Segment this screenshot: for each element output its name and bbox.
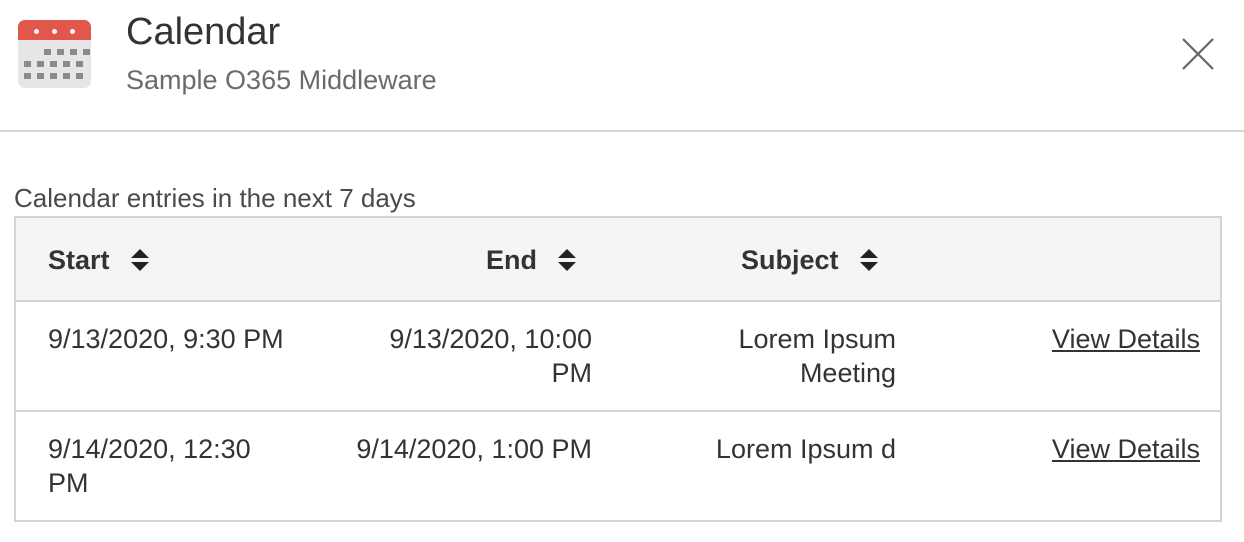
sort-icon [130, 249, 149, 271]
end-cell: 9/13/2020, 10:00 PM [389, 324, 592, 388]
close-button[interactable] [1181, 37, 1215, 71]
calendar-table: Start End Subject 9/13/2020, 9:30 PM 9/1… [14, 216, 1222, 522]
column-header-subject[interactable]: Subject [741, 242, 879, 278]
column-header-label: End [486, 245, 537, 275]
subject-cell: Lorem Ipsum d [715, 434, 896, 464]
sort-icon [859, 249, 878, 271]
table-row: 9/13/2020, 9:30 PM 9/13/2020, 10:00 PM L… [16, 302, 1220, 412]
subject-cell: Lorem Ipsum Meeting [738, 324, 896, 388]
view-details-link[interactable]: View Details [1052, 432, 1200, 466]
start-cell: 9/14/2020, 12:30 PM [48, 434, 251, 498]
column-header-label: Start [48, 245, 110, 275]
close-icon [1182, 38, 1214, 70]
table-row: 9/14/2020, 12:30 PM 9/14/2020, 1:00 PM L… [16, 412, 1220, 520]
view-details-link[interactable]: View Details [1052, 322, 1200, 356]
column-header-label: Subject [741, 245, 839, 275]
dialog-header: Calendar Sample O365 Middleware [0, 0, 1244, 132]
table-header-row: Start End Subject [16, 218, 1220, 302]
column-header-start[interactable]: Start [48, 242, 150, 278]
calendar-icon [18, 20, 91, 88]
dialog-title: Calendar [126, 11, 281, 53]
sort-icon [558, 249, 576, 271]
column-header-end[interactable]: End [486, 242, 577, 278]
end-cell: 9/14/2020, 1:00 PM [356, 434, 592, 464]
dialog-subtitle: Sample O365 Middleware [126, 65, 437, 95]
start-cell: 9/13/2020, 9:30 PM [48, 324, 284, 354]
table-caption: Calendar entries in the next 7 days [14, 183, 416, 213]
